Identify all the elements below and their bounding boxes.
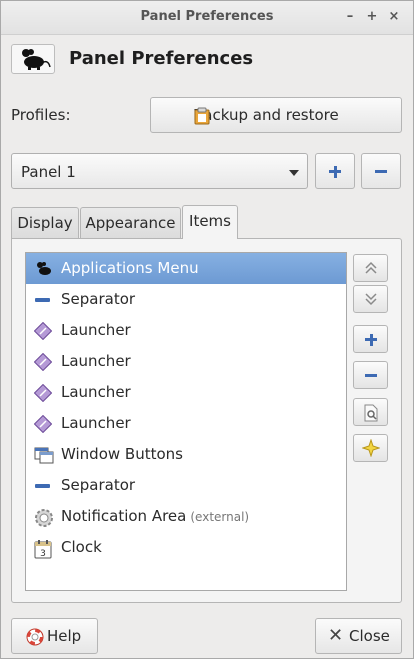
list-item-name: Notification Area xyxy=(61,507,187,525)
backup-restore-button[interactable]: Backup and restore xyxy=(150,97,402,133)
panel-select-value: Panel 1 xyxy=(21,163,76,181)
tab-items[interactable]: Items xyxy=(182,205,238,239)
calendar-icon: 3 xyxy=(34,539,52,559)
list-item[interactable]: 3 Clock xyxy=(26,532,346,563)
svg-text:3: 3 xyxy=(40,549,46,559)
tab-appearance-label: Appearance xyxy=(85,214,176,232)
list-item[interactable]: Separator xyxy=(26,284,346,315)
mouse-icon xyxy=(34,260,52,278)
tab-display[interactable]: Display xyxy=(11,207,79,239)
backup-restore-label: Backup and restore xyxy=(193,106,339,124)
profiles-label: Profiles: xyxy=(11,106,71,124)
window-maximize-button[interactable]: + xyxy=(363,8,381,26)
list-item-label: Notification Area (external) xyxy=(61,507,249,525)
chevron-down-icon xyxy=(289,170,299,176)
list-item[interactable]: Launcher xyxy=(26,346,346,377)
add-panel-button[interactable] xyxy=(315,153,355,189)
list-item-label: Separator xyxy=(61,290,136,308)
move-down-button[interactable] xyxy=(353,285,388,313)
list-item-label: Applications Menu xyxy=(61,259,199,277)
items-tab-panel: Applications Menu Separator Launcher Lau… xyxy=(11,238,402,603)
launcher-icon xyxy=(33,352,53,372)
arrow-up-icon xyxy=(365,261,377,274)
help-button[interactable]: Help xyxy=(11,618,98,654)
list-item-label: Launcher xyxy=(61,383,131,401)
panel-preferences-window: Panel Preferences – + × Panel Preference… xyxy=(0,0,414,659)
list-item[interactable]: Window Buttons xyxy=(26,439,346,470)
document-search-icon xyxy=(364,404,378,422)
title-bar[interactable]: Panel Preferences – + × xyxy=(1,1,413,35)
close-icon: ✕ xyxy=(328,625,344,646)
tab-items-label: Items xyxy=(189,212,231,230)
separator-icon xyxy=(34,291,52,309)
tab-appearance[interactable]: Appearance xyxy=(80,207,181,239)
launcher-icon xyxy=(33,321,53,341)
xfce-mouse-icon xyxy=(11,44,55,74)
arrow-down-icon xyxy=(365,293,377,306)
list-item-label: Launcher xyxy=(61,352,131,370)
help-label: Help xyxy=(47,627,82,645)
lifebuoy-icon xyxy=(26,628,44,646)
remove-panel-button[interactable] xyxy=(361,153,401,189)
list-item-label: Launcher xyxy=(61,321,131,339)
window-minimize-button[interactable]: – xyxy=(341,8,359,26)
window-icon xyxy=(34,446,54,464)
list-item-label: Separator xyxy=(61,476,136,494)
remove-item-button[interactable] xyxy=(353,361,388,389)
move-up-button[interactable] xyxy=(353,254,388,282)
list-item[interactable]: Launcher xyxy=(26,408,346,439)
list-item-label: Launcher xyxy=(61,414,131,432)
panel-items-list[interactable]: Applications Menu Separator Launcher Lau… xyxy=(25,252,347,591)
item-properties-button[interactable] xyxy=(353,398,388,426)
list-item-extra: (external) xyxy=(190,510,250,524)
add-item-button[interactable] xyxy=(353,325,388,353)
gear-icon xyxy=(34,508,53,527)
list-item[interactable]: Applications Menu xyxy=(26,253,346,284)
list-item-label: Window Buttons xyxy=(61,445,183,463)
panel-select[interactable]: Panel 1 xyxy=(11,153,308,189)
launcher-icon xyxy=(33,414,53,434)
close-button[interactable]: ✕ Close xyxy=(315,618,402,654)
tab-display-label: Display xyxy=(17,214,73,232)
star-icon xyxy=(362,439,380,457)
list-item-label: Clock xyxy=(61,538,102,556)
list-item[interactable]: Separator xyxy=(26,470,346,501)
list-item[interactable]: Launcher xyxy=(26,377,346,408)
window-close-button[interactable]: × xyxy=(385,8,403,26)
launcher-icon xyxy=(33,383,53,403)
about-item-button[interactable] xyxy=(353,434,388,462)
close-label: Close xyxy=(349,627,390,645)
list-item[interactable]: Launcher xyxy=(26,315,346,346)
separator-icon xyxy=(34,477,52,495)
list-item[interactable]: Notification Area (external) xyxy=(26,501,346,532)
clipboard-icon xyxy=(194,107,210,129)
page-title: Panel Preferences xyxy=(69,48,254,69)
